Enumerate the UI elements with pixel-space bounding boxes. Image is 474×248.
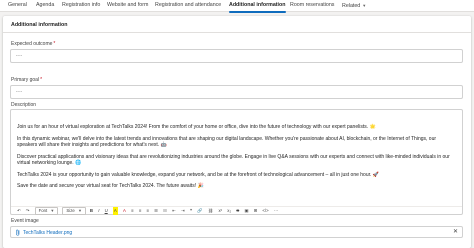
expected-outcome-field[interactable]: --- [10,49,463,63]
event-image-label: Event image [11,218,39,224]
tab-website-and-form[interactable]: Website and form [107,0,148,12]
paragraph-text: TechTalks 2024 is your opportunity to ga… [17,171,372,178]
required-marker: * [40,77,43,83]
bold-button[interactable]: B [90,207,93,215]
tab-bar: General Agenda Registration info Website… [0,0,474,13]
outdent-icon[interactable]: ⇤ [172,207,176,215]
robot-emoji-icon: 🤖 [160,142,167,149]
tab-general[interactable]: General [8,0,27,12]
event-image-field: TechTalks Header.png ✕ [10,226,463,238]
globe-emoji-icon: 🌐 [75,160,82,167]
font-color-icon[interactable]: A [123,207,126,215]
tab-agenda[interactable]: Agenda [36,0,54,12]
unlink-icon[interactable]: ⛓ [208,207,213,215]
superscript-icon[interactable]: x² [219,207,223,215]
subscript-icon[interactable]: x₂ [227,207,231,215]
description-paragraph: In this dynamic webinar, we'll delve int… [17,136,457,149]
rich-text-toolbar: ↶ ↷ Font ▼ Size ▼ B I U A A ≡ ≡ ≡ ☰ ☷ ⇤ … [11,206,462,215]
blockquote-icon[interactable]: ❝ [190,207,192,215]
code-icon[interactable]: </> [262,207,268,215]
description-paragraph: TechTalks 2024 is your opportunity to ga… [17,172,457,179]
remove-file-icon[interactable]: ✕ [453,228,458,237]
chevron-down-icon: ▼ [50,208,55,214]
description-label: Description [11,102,37,108]
align-left-icon[interactable]: ≡ [131,207,134,215]
paragraph-text: Discover practical applications and visi… [17,153,450,167]
underline-icon: U [104,208,108,213]
align-center-icon[interactable]: ≡ [139,207,142,215]
font-select-label: Font [38,208,48,214]
required-marker: * [53,41,56,47]
insert-image-icon[interactable]: ▣ [244,207,248,215]
primary-goal-label-text: Primary goal [11,77,40,83]
bullet-list-icon[interactable]: ☰ [154,207,158,215]
expected-outcome-label-text: Expected outcome [11,41,53,47]
underline-button[interactable]: U [105,207,108,215]
size-select[interactable]: Size ▼ [62,207,86,215]
description-paragraph: Join us for an hour of virtual explorati… [17,124,457,131]
size-select-label: Size [66,208,75,214]
expected-outcome-placeholder: --- [16,53,23,59]
description-paragraph: Save the date and secure your virtual se… [17,183,457,190]
numbered-list-icon[interactable]: ☷ [163,207,167,215]
tab-additional-information[interactable]: Additional information [229,0,286,13]
description-paragraph: Discover practical applications and visi… [17,154,457,167]
primary-goal-field[interactable]: --- [10,85,463,99]
tab-registration-info[interactable]: Registration info [62,0,100,12]
italic-button[interactable]: I [98,207,99,215]
redo-icon[interactable]: ↷ [26,207,30,215]
paragraph-text: In this dynamic webinar, we'll delve int… [17,135,437,149]
event-image-file-link[interactable]: TechTalks Header.png [23,230,72,236]
primary-goal-placeholder: --- [16,89,23,95]
bold-icon: B [89,208,94,213]
more-options-icon[interactable]: ⋯ [274,207,278,215]
tab-related-label: Related [342,3,361,9]
primary-goal-label: Primary goal* [11,77,42,83]
tab-related[interactable]: Related ▼ [342,0,366,12]
rocket-emoji-icon: 🚀 [372,171,380,178]
description-editor[interactable]: Join us for an hour of virtual explorati… [10,109,463,215]
paragraph-text: Save the date and secure your virtual se… [17,183,197,190]
tab-room-reservations[interactable]: Room reservations [290,0,334,12]
star-emoji-icon: 🌟 [369,124,376,130]
link-icon[interactable]: 🔗 [197,207,202,215]
party-emoji-icon: 🎉 [197,183,204,190]
undo-icon[interactable]: ↶ [17,207,21,215]
section-title: Additional information [11,22,68,28]
chevron-down-icon: ▼ [77,208,82,214]
font-select[interactable]: Font ▼ [34,207,59,215]
insert-table-icon[interactable]: ⊞ [254,207,258,215]
paperclip-icon [16,229,20,236]
chevron-down-icon: ▼ [362,3,367,8]
indent-icon[interactable]: ⇥ [181,207,185,215]
italic-icon: I [98,208,100,213]
paragraph-text: Join us for an hour of virtual explorati… [17,124,369,130]
highlight-icon[interactable]: A [112,207,118,215]
align-right-icon[interactable]: ≡ [146,207,149,215]
expected-outcome-label: Expected outcome* [11,41,55,47]
tab-registration-and-attendance[interactable]: Registration and attendance [155,0,221,12]
additional-information-card: Additional information Expected outcome*… [3,16,471,248]
section-divider [3,32,471,33]
description-content[interactable]: Join us for an hour of virtual explorati… [17,124,457,195]
strikethrough-icon[interactable]: S [236,207,239,215]
